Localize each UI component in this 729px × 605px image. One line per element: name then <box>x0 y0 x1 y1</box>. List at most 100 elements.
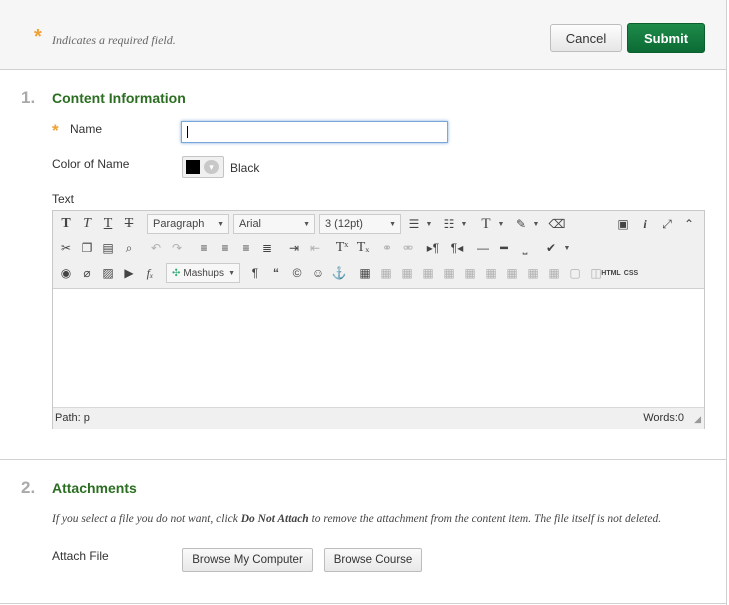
anchor-icon[interactable]: ⚓ <box>329 263 349 283</box>
media-icon[interactable]: ▶ <box>119 263 139 283</box>
insert-col-after-icon[interactable]: ▦ <box>523 263 543 283</box>
align-justify-icon[interactable]: ≣ <box>257 238 277 258</box>
horizontal-rule-icon[interactable]: — <box>473 238 493 258</box>
row-props-icon[interactable]: ▦ <box>397 263 417 283</box>
undo-icon[interactable]: ↶ <box>146 238 166 258</box>
thick-rule-icon[interactable]: ━ <box>494 238 514 258</box>
section-number-1: 1. <box>21 88 36 107</box>
mashups-icon: ✣ <box>172 267 181 279</box>
redo-icon[interactable]: ↷ <box>167 238 187 258</box>
format-select[interactable]: Paragraph ▼ <box>147 214 229 234</box>
insert-col-before-icon[interactable]: ▦ <box>502 263 522 283</box>
size-select[interactable]: 3 (12pt) ▼ <box>319 214 401 234</box>
table-props-icon[interactable]: ▦ <box>376 263 396 283</box>
paragraph-icon[interactable]: ¶ <box>245 263 265 283</box>
section-title-attachments: Attachments <box>52 480 137 496</box>
table-icon[interactable]: ▦ <box>355 263 375 283</box>
underline-icon[interactable]: T <box>98 214 118 234</box>
math-icon[interactable]: fₓ <box>140 263 160 283</box>
editor-content-area[interactable] <box>53 289 704 407</box>
text-color-icon[interactable]: T <box>476 214 496 234</box>
fullscreen-icon[interactable]: ⤢ <box>657 214 677 234</box>
ltr-icon[interactable]: ▸¶ <box>423 238 443 258</box>
cut-icon[interactable]: ✂ <box>56 238 76 258</box>
subscript-icon[interactable]: Tₓ <box>353 238 373 258</box>
eraser-icon[interactable]: ⌫ <box>547 214 567 234</box>
info-icon[interactable]: i <box>635 214 655 234</box>
preview-icon[interactable]: ▣ <box>613 214 633 234</box>
browse-course-button[interactable]: Browse Course <box>324 548 422 572</box>
name-input[interactable] <box>181 121 448 143</box>
quote-icon[interactable]: “ <box>266 263 286 283</box>
text-caret <box>187 126 188 138</box>
required-note: Indicates a required field. <box>52 33 176 47</box>
attach-file-label: Attach File <box>52 549 109 563</box>
find-icon[interactable]: ⌕ <box>119 238 139 258</box>
chevron-down-icon[interactable]: ▼ <box>425 214 433 234</box>
text-label: Text <box>52 192 75 206</box>
collapse-toolbar-icon[interactable]: ⌃ <box>679 214 699 234</box>
required-star-icon: * <box>34 26 42 48</box>
highlight-icon[interactable]: ✎ <box>511 214 531 234</box>
rich-text-editor: T T T T Paragraph ▼ Arial ▼ 3 (12pt) ▼ ☰ ▼ … <box>52 210 705 429</box>
color-of-name-label: Color of Name <box>52 157 130 171</box>
cancel-button[interactable]: Cancel <box>550 24 622 52</box>
delete-col-icon[interactable]: ▦ <box>544 263 564 283</box>
link-icon[interactable]: ⚭ <box>377 238 397 258</box>
insert-row-before-icon[interactable]: ▦ <box>439 263 459 283</box>
section-number-2: 2. <box>21 478 36 497</box>
attachment-note-prefix: If you select a file you do not want, cl… <box>52 513 241 525</box>
chevron-down-icon[interactable]: ▼ <box>497 214 505 234</box>
css-button[interactable]: CSS <box>621 263 641 283</box>
chevron-down-icon[interactable]: ▼ <box>563 238 571 258</box>
name-label: Name <box>70 122 103 136</box>
chevron-down-icon: ▾ <box>204 160 219 174</box>
format-select-value: Paragraph <box>153 218 205 230</box>
paste-icon[interactable]: ▤ <box>98 238 118 258</box>
outdent-icon[interactable]: ⇤ <box>305 238 325 258</box>
browse-my-computer-button[interactable]: Browse My Computer <box>182 548 313 572</box>
chevron-down-icon: ▼ <box>389 220 396 228</box>
submit-button[interactable]: Submit <box>627 23 705 53</box>
image-icon[interactable]: ▨ <box>98 263 118 283</box>
italic-icon[interactable]: T <box>77 214 97 234</box>
nonbreaking-space-icon[interactable]: ⎵ <box>515 238 535 258</box>
strikethrough-icon[interactable]: T <box>119 214 139 234</box>
emoticon-icon[interactable]: ☺ <box>308 263 328 283</box>
delete-row-icon[interactable]: ▦ <box>481 263 501 283</box>
split-cells-icon[interactable]: ▢ <box>565 263 585 283</box>
required-star-icon: * <box>52 121 59 140</box>
editor-toolbar: T T T T Paragraph ▼ Arial ▼ 3 (12pt) ▼ ☰ ▼ … <box>53 211 704 289</box>
insert-row-after-icon[interactable]: ▦ <box>460 263 480 283</box>
align-center-icon[interactable]: ≡ <box>215 238 235 258</box>
chevron-down-icon: ▼ <box>228 269 235 277</box>
indent-icon[interactable]: ⇥ <box>284 238 304 258</box>
mashups-label: Mashups <box>183 267 224 279</box>
chevron-down-icon[interactable]: ▼ <box>460 214 468 234</box>
mashups-select[interactable]: ✣ Mashups ▼ <box>166 263 240 283</box>
bold-icon[interactable]: T <box>56 214 76 234</box>
align-right-icon[interactable]: ≡ <box>236 238 256 258</box>
align-left-icon[interactable]: ≡ <box>194 238 214 258</box>
copyright-icon[interactable]: © <box>287 263 307 283</box>
resize-handle-icon[interactable]: ◢ <box>694 414 701 425</box>
unlink-icon[interactable]: ⚮ <box>398 238 418 258</box>
record-icon[interactable]: ◉ <box>56 263 76 283</box>
font-select[interactable]: Arial ▼ <box>233 214 315 234</box>
spellcheck-icon[interactable]: ✔ <box>541 238 561 258</box>
superscript-icon[interactable]: Tˣ <box>332 238 352 258</box>
color-value: Black <box>230 161 260 175</box>
color-picker[interactable]: ▾ <box>182 156 224 178</box>
attach-icon[interactable]: ⌀ <box>77 263 97 283</box>
bottom-divider <box>0 603 726 604</box>
numbered-list-icon[interactable]: ☷ <box>439 214 459 234</box>
section-divider <box>0 459 726 460</box>
copy-icon[interactable]: ❐ <box>77 238 97 258</box>
page-border <box>726 0 727 605</box>
rtl-icon[interactable]: ¶◂ <box>447 238 467 258</box>
bullet-list-icon[interactable]: ☰ <box>404 214 424 234</box>
cell-props-icon[interactable]: ▦ <box>418 263 438 283</box>
chevron-down-icon[interactable]: ▼ <box>532 214 540 234</box>
editor-status-bar: Path: p Words:0 ◢ <box>53 407 704 429</box>
word-count: Words:0 <box>643 412 684 424</box>
